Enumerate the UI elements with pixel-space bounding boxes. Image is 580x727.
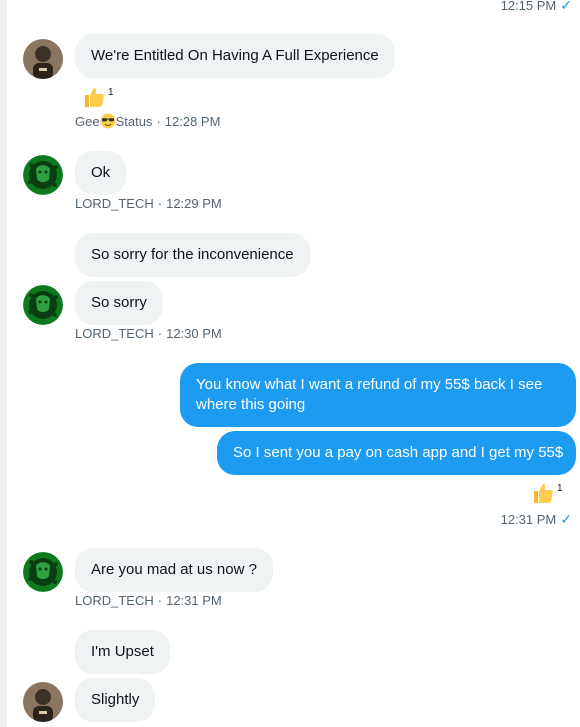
sender-name: LORD_TECH [75,326,154,341]
checkmark-icon: ✓ [560,0,572,13]
reaction[interactable]: 1 [531,481,563,510]
timestamp-text: 12:15 PM [500,0,557,13]
conversation-left-border [0,0,7,727]
message-bubble[interactable]: Are you mad at us now ? [75,548,273,592]
meta-separator: · [157,326,163,341]
sender-name: LORD_TECH [75,593,154,608]
timestamp-text: 12:31 PM [500,512,557,527]
message-meta: Gee Status · 12:28 PM [75,113,220,129]
checkmark-icon: ✓ [560,511,572,527]
message-bubble[interactable]: Slightly [75,678,156,722]
meta-separator: · [156,113,161,129]
avatar-lord-tech[interactable] [23,155,63,195]
thumbs-up-icon [82,85,106,114]
sender-name: LORD_TECH [75,196,154,211]
message-meta: LORD_TECH · 12:31 PM [75,593,222,608]
reaction[interactable]: 1 [82,85,114,114]
timestamp-text: 12:29 PM [166,196,222,211]
message-bubble[interactable]: You know what I want a refund of my 55$ … [180,363,576,427]
message-bubble[interactable]: Ok [75,151,127,195]
avatar-lord-tech[interactable] [23,285,63,325]
thumbs-up-icon [531,481,555,510]
reaction-count: 1 [557,483,563,494]
message-meta: 12:31 PM ✓ [501,511,572,528]
reaction-count: 1 [108,87,114,98]
meta-separator: · [157,593,163,608]
avatar-gee[interactable] [23,39,63,79]
avatar-gee[interactable] [23,682,63,722]
meta-separator: · [157,196,163,211]
message-bubble[interactable]: We're Entitled On Having A Full Experien… [75,34,395,78]
message-bubble[interactable]: So I sent you a pay on cash app and I ge… [217,431,576,475]
message-bubble[interactable]: So sorry for the inconvenience [75,233,310,277]
message-timestamp: 12:15 PM ✓ [501,0,572,14]
timestamp-text: 12:31 PM [166,593,222,608]
message-meta: LORD_TECH · 12:29 PM [75,196,222,211]
sunglasses-emoji-icon [100,113,116,129]
timestamp-text: 12:30 PM [166,326,222,341]
avatar-lord-tech[interactable] [23,552,63,592]
message-bubble[interactable]: I'm Upset [75,630,170,674]
message-bubble[interactable]: So sorry [75,281,163,325]
timestamp-text: 12:28 PM [164,113,221,129]
sender-name: Gee [75,113,100,129]
sender-name: Status [115,113,153,129]
message-meta: LORD_TECH · 12:30 PM [75,326,222,341]
